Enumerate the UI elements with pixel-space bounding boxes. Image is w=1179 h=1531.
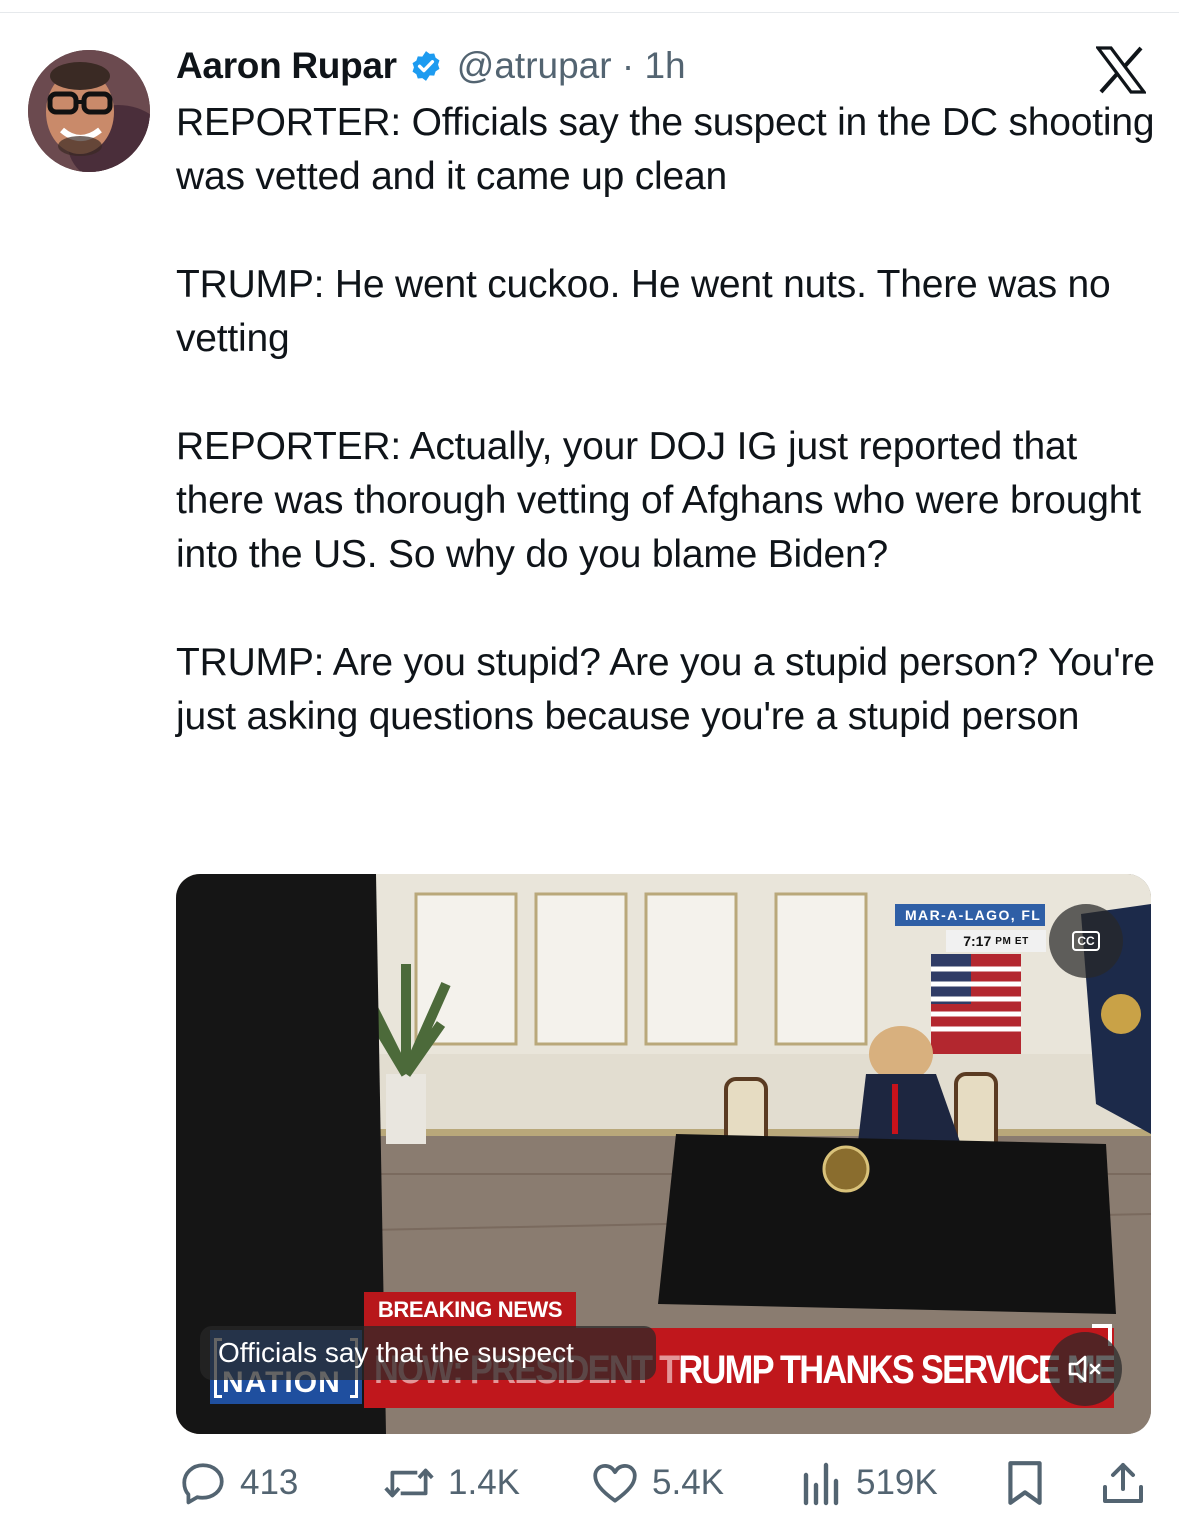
- heart-icon: [593, 1464, 637, 1503]
- reply-icon: [182, 1463, 224, 1505]
- tweet-paragraph: TRUMP: He went cuckoo. He went nuts. The…: [176, 263, 1111, 360]
- like-button[interactable]: 5.4K: [590, 1450, 724, 1516]
- tweet-paragraph: REPORTER: Officials say the suspect in t…: [176, 101, 1155, 198]
- verified-badge-icon[interactable]: [409, 49, 443, 83]
- video-caption: Officials say that the suspect: [200, 1326, 656, 1380]
- x-logo-icon: [1094, 46, 1148, 94]
- bookmark-button[interactable]: [1003, 1450, 1047, 1516]
- breaking-news-label: BREAKING NEWS: [364, 1292, 576, 1328]
- time-value: 7:17: [963, 933, 992, 949]
- like-count: 5.4K: [652, 1463, 724, 1502]
- tweet-header: Aaron Rupar @atrupar · 1h: [176, 40, 686, 92]
- avatar-image: [28, 50, 150, 172]
- tweet-action-bar: 413 1.4K 5.4K 519K: [0, 1450, 1179, 1520]
- handle-text[interactable]: @atrupar: [457, 45, 612, 86]
- views-button[interactable]: 519K: [800, 1450, 938, 1516]
- cc-button[interactable]: CC: [1049, 904, 1123, 978]
- timestamp[interactable]: 1h: [644, 45, 685, 86]
- repost-count: 1.4K: [448, 1463, 520, 1502]
- reply-count: 413: [240, 1463, 299, 1502]
- mute-button[interactable]: [1048, 1332, 1122, 1406]
- video-player[interactable]: MAR-A-LAGO, FL 7:17 PM ET CC BREAKING NEW…: [176, 874, 1151, 1434]
- views-count: 519K: [856, 1463, 938, 1502]
- tweet-text: REPORTER: Officials say the suspect in t…: [176, 96, 1166, 744]
- author-handle[interactable]: @atrupar · 1h: [457, 45, 686, 87]
- repost-icon: [384, 1468, 434, 1498]
- top-divider: [0, 12, 1179, 13]
- share-button[interactable]: [1099, 1450, 1147, 1516]
- location-tag: MAR-A-LAGO, FL: [895, 904, 1045, 926]
- speaker-muted-icon: [1068, 1355, 1101, 1383]
- cc-label: CC: [1072, 931, 1100, 951]
- tweet-paragraph: REPORTER: Actually, your DOJ IG just rep…: [176, 425, 1141, 576]
- reply-button[interactable]: 413: [178, 1450, 298, 1516]
- time-tag: 7:17 PM ET: [946, 930, 1046, 952]
- author-display-name[interactable]: Aaron Rupar: [176, 45, 397, 87]
- views-chart-icon: [803, 1462, 839, 1506]
- share-icon: [1103, 1463, 1143, 1503]
- avatar[interactable]: [28, 50, 150, 172]
- repost-button[interactable]: 1.4K: [382, 1450, 520, 1516]
- tweet-paragraph: TRUMP: Are you stupid? Are you a stupid …: [176, 641, 1155, 738]
- bookmark-icon: [1008, 1461, 1042, 1505]
- time-suffix: PM ET: [995, 935, 1029, 947]
